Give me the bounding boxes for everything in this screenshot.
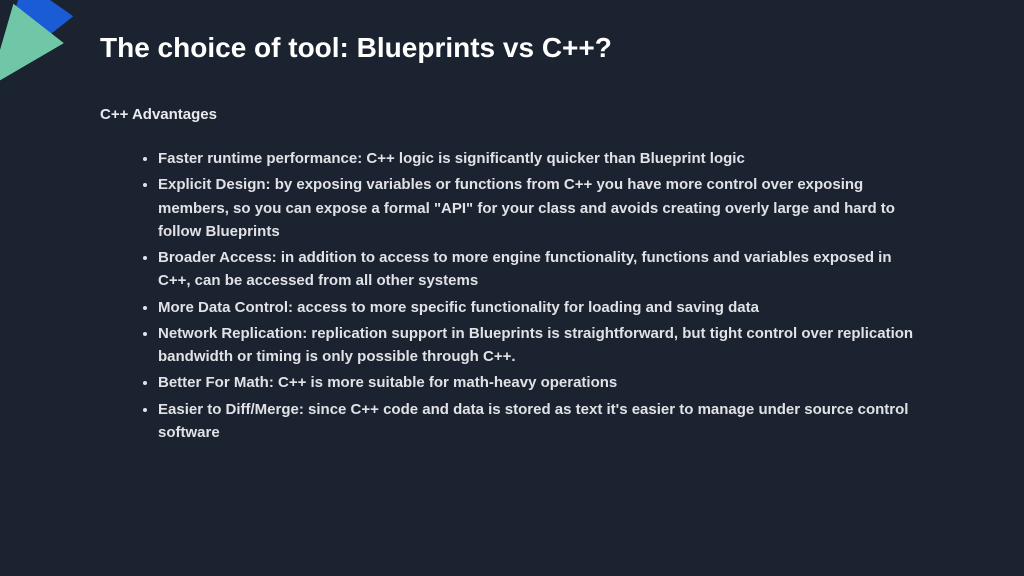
- list-item: Explicit Design: by exposing variables o…: [158, 173, 944, 243]
- list-item: Network Replication: replication support…: [158, 322, 944, 369]
- item-lead: Better For Math:: [158, 374, 278, 391]
- advantages-list: Faster runtime performance: C++ logic is…: [100, 147, 944, 444]
- list-item: Broader Access: in addition to access to…: [158, 246, 944, 293]
- item-body: C++ logic is significantly quicker than …: [366, 150, 744, 167]
- item-lead: More Data Control:: [158, 299, 297, 316]
- item-lead: Broader Access:: [158, 249, 281, 266]
- item-lead: Easier to Diff/Merge:: [158, 401, 308, 418]
- item-body: C++ is more suitable for math-heavy oper…: [278, 374, 617, 391]
- slide-title: The choice of tool: Blueprints vs C++?: [100, 32, 944, 64]
- item-body: access to more specific functionality fo…: [297, 299, 759, 316]
- list-item: Easier to Diff/Merge: since C++ code and…: [158, 398, 944, 445]
- list-item: Better For Math: C++ is more suitable fo…: [158, 371, 944, 394]
- item-lead: Network Replication:: [158, 325, 311, 342]
- item-lead: Faster runtime performance:: [158, 150, 366, 167]
- item-lead: Explicit Design:: [158, 176, 275, 193]
- list-item: Faster runtime performance: C++ logic is…: [158, 147, 944, 170]
- section-subtitle: C++ Advantages: [100, 106, 944, 123]
- slide-content: The choice of tool: Blueprints vs C++? C…: [0, 0, 1024, 576]
- list-item: More Data Control: access to more specif…: [158, 296, 944, 319]
